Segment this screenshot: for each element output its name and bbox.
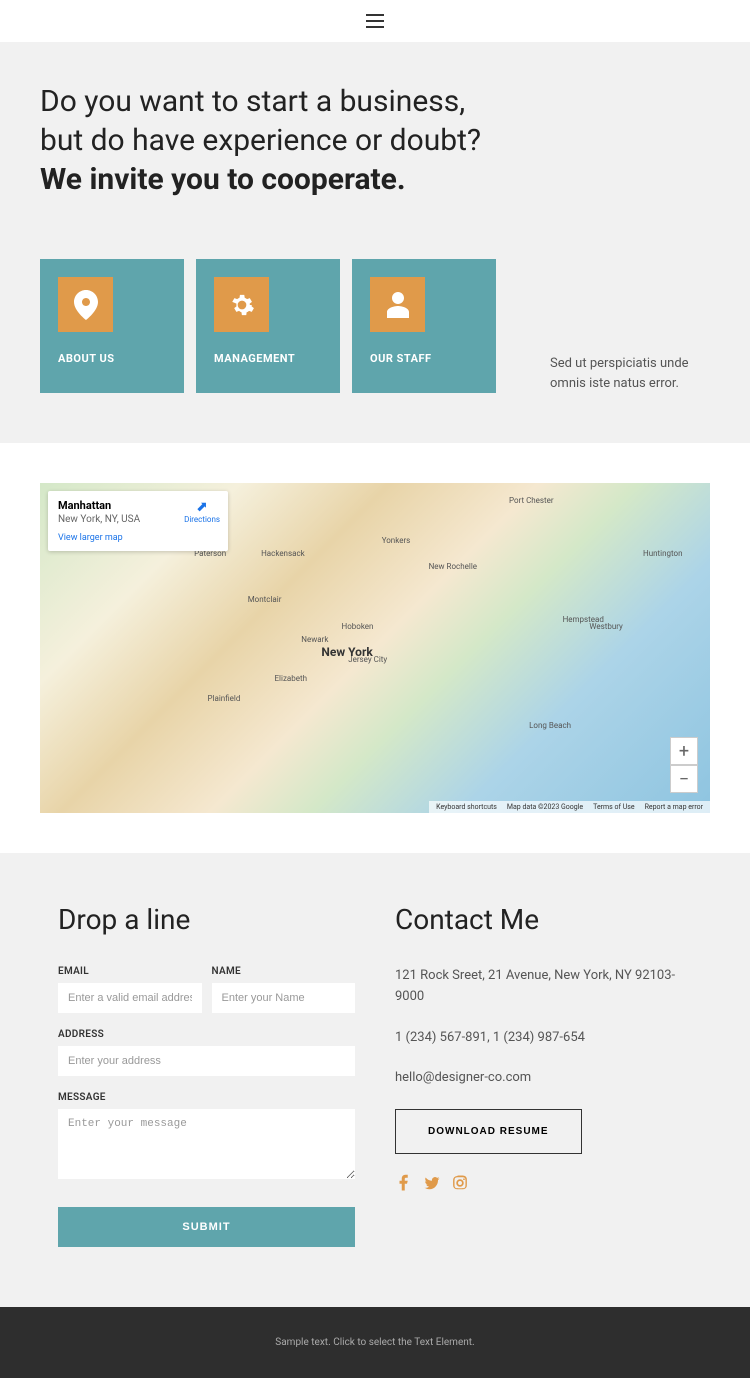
- zoom-in-button[interactable]: +: [670, 737, 698, 765]
- map-directions[interactable]: ⬈ Directions: [184, 499, 220, 524]
- card-our-staff[interactable]: OUR STAFF: [352, 259, 496, 393]
- twitter-icon[interactable]: [423, 1174, 441, 1192]
- map-larger-link[interactable]: View larger map: [58, 533, 218, 543]
- map-center-label: New York: [321, 645, 372, 659]
- contact-title: Contact Me: [395, 903, 692, 936]
- pin-icon: [58, 277, 113, 332]
- hero-section: Do you want to start a business, but do …: [0, 42, 750, 443]
- card-about-us[interactable]: ABOUT US: [40, 259, 184, 393]
- map-footer: Keyboard shortcuts Map data ©2023 Google…: [429, 801, 710, 813]
- map-report[interactable]: Report a map error: [642, 803, 706, 811]
- submit-button[interactable]: SUBMIT: [58, 1207, 355, 1247]
- contact-email: hello@designer-co.com: [395, 1068, 692, 1089]
- map-place-label: Long Beach: [529, 721, 571, 730]
- email-field[interactable]: [58, 983, 202, 1013]
- map[interactable]: YonkersPatersonHackensackNew RochelleNew…: [40, 483, 710, 813]
- zoom-out-button[interactable]: −: [670, 765, 698, 793]
- hamburger-menu-icon[interactable]: [366, 14, 384, 28]
- social-row: [395, 1174, 692, 1192]
- side-text: Sed ut perspiciatis unde omnis iste natu…: [550, 259, 710, 393]
- address-label: ADDRESS: [58, 1029, 355, 1040]
- hero-line2: but do have experience or doubt?: [40, 123, 481, 158]
- cards-row: ABOUT US MANAGEMENT OUR STAFF Sed ut per…: [40, 259, 710, 393]
- hero-title: Do you want to start a business, but do …: [40, 82, 710, 199]
- directions-label: Directions: [184, 515, 220, 524]
- address-field[interactable]: [58, 1046, 355, 1076]
- name-label: NAME: [212, 966, 356, 977]
- email-label: EMAIL: [58, 966, 202, 977]
- map-zoom-controls: + −: [670, 737, 698, 793]
- map-place-label: Hoboken: [342, 622, 374, 631]
- card-label: OUR STAFF: [370, 352, 478, 365]
- contact-section: Drop a line EMAIL NAME ADDRESS MESSAGE S…: [0, 853, 750, 1307]
- map-info-box: Manhattan New York, NY, USA View larger …: [48, 491, 228, 551]
- instagram-icon[interactable]: [451, 1174, 469, 1192]
- map-place-label: Montclair: [248, 595, 282, 604]
- facebook-icon[interactable]: [395, 1174, 413, 1192]
- map-place-label: Plainfield: [208, 694, 241, 703]
- form-column: Drop a line EMAIL NAME ADDRESS MESSAGE S…: [58, 903, 355, 1247]
- message-label: MESSAGE: [58, 1092, 355, 1103]
- map-place-label: Hackensack: [261, 549, 305, 558]
- person-icon: [370, 277, 425, 332]
- contact-address: 121 Rock Sreet, 21 Avenue, New York, NY …: [395, 966, 692, 1008]
- map-place-label: Huntington: [643, 549, 683, 558]
- hero-line1: Do you want to start a business,: [40, 84, 465, 119]
- hero-line3: We invite you to cooperate.: [40, 162, 406, 197]
- card-management[interactable]: MANAGEMENT: [196, 259, 340, 393]
- map-terms[interactable]: Terms of Use: [590, 803, 637, 811]
- map-place-label: New Rochelle: [429, 562, 477, 571]
- gear-icon: [214, 277, 269, 332]
- contact-info-column: Contact Me 121 Rock Sreet, 21 Avenue, Ne…: [395, 903, 692, 1247]
- message-field[interactable]: [58, 1109, 355, 1179]
- map-place-label: Port Chester: [509, 496, 554, 505]
- contact-phones: 1 (234) 567-891, 1 (234) 987-654: [395, 1028, 692, 1049]
- map-shortcuts[interactable]: Keyboard shortcuts: [433, 803, 500, 811]
- footer-text[interactable]: Sample text. Click to select the Text El…: [30, 1337, 720, 1348]
- map-data: Map data ©2023 Google: [504, 803, 586, 811]
- card-label: MANAGEMENT: [214, 352, 322, 365]
- map-place-label: Newark: [301, 635, 328, 644]
- card-label: ABOUT US: [58, 352, 166, 365]
- map-place-label: Westbury: [589, 622, 622, 631]
- download-resume-button[interactable]: DOWNLOAD RESUME: [395, 1109, 582, 1154]
- form-title: Drop a line: [58, 903, 355, 936]
- map-place-label: Elizabeth: [275, 674, 308, 683]
- directions-icon: ⬈: [184, 499, 220, 515]
- map-section: YonkersPatersonHackensackNew RochelleNew…: [0, 443, 750, 853]
- header: [0, 0, 750, 42]
- footer: Sample text. Click to select the Text El…: [0, 1307, 750, 1378]
- name-field[interactable]: [212, 983, 356, 1013]
- map-place-label: Yonkers: [382, 536, 411, 545]
